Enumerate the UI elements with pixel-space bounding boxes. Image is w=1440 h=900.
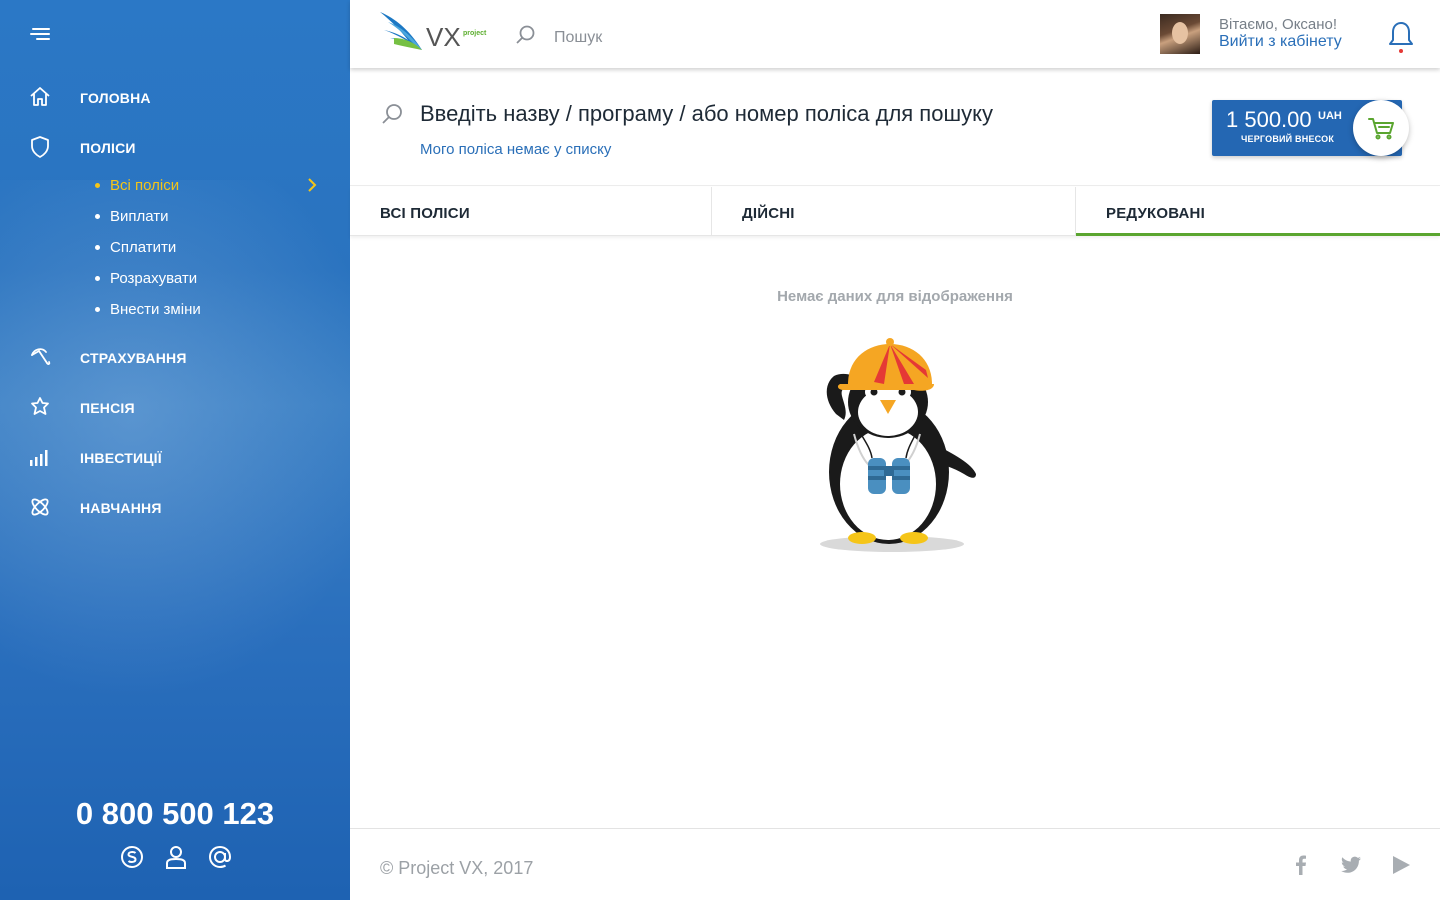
umbrella-icon [31,348,51,365]
top-header: VX project Вітаємо, Оксано! Вийти з кабі… [350,0,1440,68]
hotline-phone[interactable]: 0 800 500 123 [0,796,350,832]
logo-text: VX [426,22,461,52]
sidebar-item-policies[interactable]: ПОЛІСИ [0,130,350,166]
search-input[interactable] [554,26,814,50]
sidebar-item-pension[interactable]: ПЕНСІЯ [0,390,350,426]
sidebar-item-label: ІНВЕСТИЦІЇ [80,450,162,466]
policy-search-area: Введіть назву / програму / або номер пол… [350,68,1440,186]
sidebar-item-home[interactable]: ГОЛОВНА [0,80,350,116]
tab-all-policies[interactable]: ВСІ ПОЛІСИ [350,187,712,236]
bell-icon[interactable] [1388,20,1414,54]
contact-icons [118,843,234,871]
greeting-text: Вітаємо, Оксано! [1219,16,1338,33]
tab-valid[interactable]: ДІЙСНІ [712,187,1076,236]
tab-reduced[interactable]: РЕДУКОВАНІ [1076,187,1440,236]
sidebar-subitem-label: Сплатити [110,238,177,256]
bullet-dot [95,182,100,188]
home-icon [30,87,50,106]
logout-link[interactable]: Вийти з кабінету [1219,33,1342,51]
skype-icon[interactable] [118,843,146,871]
sidebar-item-label: ГОЛОВНА [80,90,151,106]
search-icon[interactable] [514,24,536,46]
shield-icon [31,136,49,158]
sidebar-subitem-all-policies[interactable]: Всі поліси [95,173,179,197]
hamburger-icon[interactable] [30,27,52,43]
payment-currency: UAH [1318,110,1342,122]
logo-subtext: project [463,30,487,37]
sidebar-item-insurance[interactable]: СТРАХУВАННЯ [0,340,350,376]
policy-search-input[interactable]: Введіть назву / програму / або номер пол… [420,101,993,127]
cart-icon [1368,118,1394,140]
sidebar: ГОЛОВНА ПОЛІСИ Всі поліси Виплати Сплати… [0,0,350,900]
empty-state-message: Немає даних для відображення [777,288,1013,305]
atom-icon [31,498,49,516]
at-icon[interactable] [206,843,234,871]
policy-not-listed-link[interactable]: Мого поліса немає у списку [420,141,611,158]
facebook-icon[interactable] [1289,853,1313,877]
youtube-icon[interactable] [1389,853,1413,877]
user-icon[interactable] [162,843,190,871]
sidebar-subitem-payouts[interactable]: Виплати [95,204,169,228]
penguin-illustration [820,338,976,552]
avatar[interactable] [1160,14,1200,54]
sidebar-subitem-calculate[interactable]: Розрахувати [95,266,197,290]
footer: © Project VX, 2017 [350,828,1440,900]
bullet-dot [95,244,100,250]
sidebar-subitem-label: Внести зміни [110,300,201,318]
bullet-dot [95,213,100,219]
twitter-icon[interactable] [1339,853,1363,877]
sidebar-subitem-label: Виплати [110,207,169,225]
sidebar-item-label: СТРАХУВАННЯ [80,350,187,366]
sidebar-subitem-label: Розрахувати [110,269,198,287]
payment-amount: 1 500.00 [1226,107,1312,132]
flower-icon [31,397,49,415]
cart-button[interactable] [1353,100,1409,156]
policy-tabs: ВСІ ПОЛІСИ ДІЙСНІ РЕДУКОВАНІ [350,187,1440,236]
sidebar-item-label: НАВЧАННЯ [80,500,162,516]
bullet-dot [95,306,100,312]
payment-label: ЧЕРГОВИЙ ВНЕСОК [1241,134,1335,144]
sidebar-item-education[interactable]: НАВЧАННЯ [0,490,350,526]
search-icon[interactable] [380,102,404,126]
sidebar-item-label: ПЕНСІЯ [80,400,135,416]
sidebar-subitem-make-changes[interactable]: Внести зміни [95,297,201,321]
sidebar-subitem-pay[interactable]: Сплатити [95,235,176,259]
sidebar-item-label: ПОЛІСИ [80,140,136,156]
copyright-text: © Project VX, 2017 [380,858,534,878]
bullet-dot [95,275,100,281]
sidebar-item-investments[interactable]: ІНВЕСТИЦІЇ [0,440,350,476]
bar-chart-icon [30,450,48,466]
chevron-right-icon [308,178,317,192]
sidebar-subitem-label: Всі поліси [110,176,180,194]
